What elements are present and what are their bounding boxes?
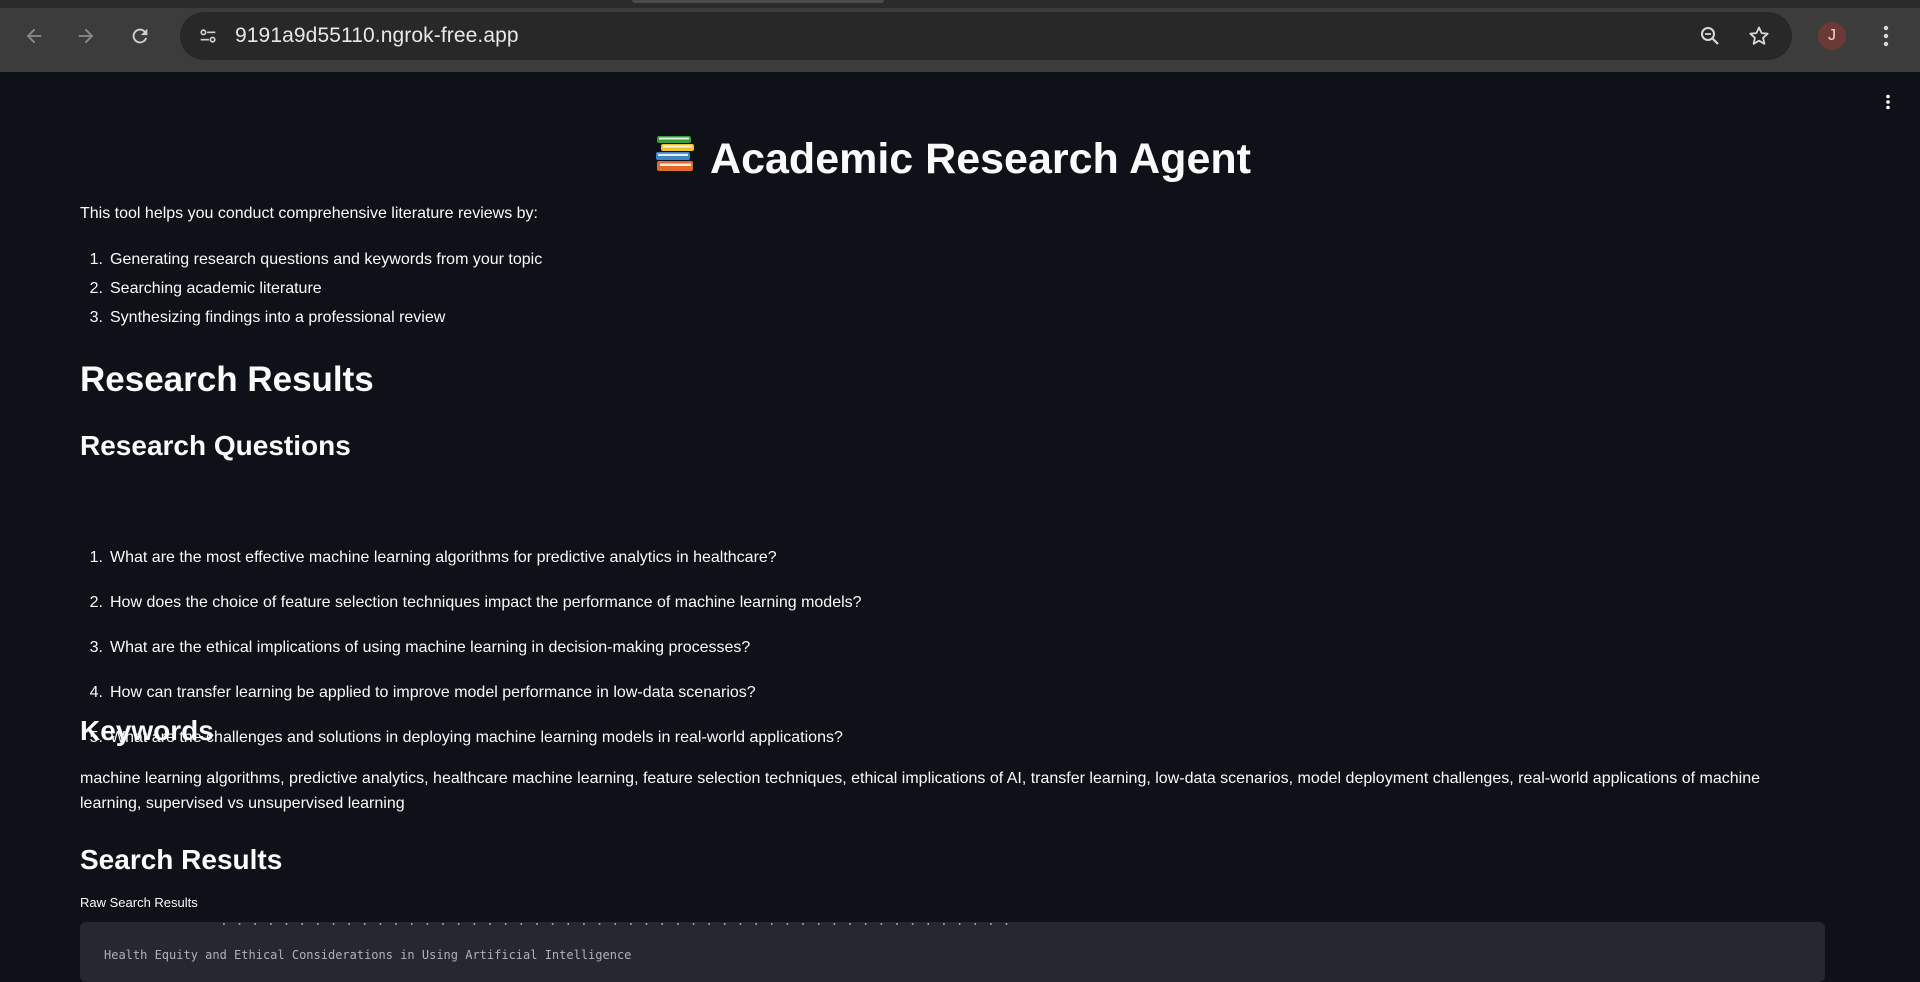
active-tab-edge bbox=[632, 0, 884, 3]
list-number: 1. bbox=[89, 549, 103, 566]
profile-avatar[interactable]: J bbox=[1818, 22, 1846, 50]
more-vert-icon bbox=[1886, 94, 1890, 110]
list-item: 2. How does the choice of feature select… bbox=[80, 595, 862, 640]
arrow-left-icon bbox=[26, 28, 42, 44]
search-results-heading: Search Results bbox=[80, 844, 283, 875]
address-bar[interactable]: 9191a9d55110.ngrok-free.app bbox=[180, 12, 1792, 60]
zoom-out-icon[interactable] bbox=[1696, 22, 1724, 50]
list-number: 2. bbox=[89, 594, 103, 611]
list-item-text: How does the choice of feature selection… bbox=[110, 594, 862, 611]
list-item: 3. What are the ethical implications of … bbox=[80, 640, 862, 685]
list-item-text: What are the ethical implications of usi… bbox=[110, 639, 751, 656]
raw-result-line: Health Equity and Ethical Considerations… bbox=[104, 948, 632, 962]
raw-search-results-box[interactable]: . . . . . . . . . . . . . . . . . . . . … bbox=[80, 922, 1825, 982]
list-item-text: Generating research questions and keywor… bbox=[110, 251, 543, 268]
list-item-text: What are the most effective machine lear… bbox=[110, 549, 777, 566]
list-item: 3. Synthesizing findings into a professi… bbox=[80, 303, 542, 332]
reload-button[interactable] bbox=[122, 18, 158, 54]
more-vert-icon[interactable] bbox=[1872, 20, 1900, 52]
arrow-right-icon bbox=[78, 28, 94, 44]
back-button[interactable] bbox=[16, 18, 52, 54]
steps-list: 1. Generating research questions and key… bbox=[80, 245, 543, 332]
tune-icon[interactable] bbox=[194, 22, 222, 50]
list-item-text: Searching academic literature bbox=[110, 280, 322, 297]
raw-search-results-label: Raw Search Results bbox=[80, 895, 198, 910]
list-number: 3. bbox=[89, 309, 103, 326]
page-title-text: Academic Research Agent bbox=[710, 135, 1251, 183]
list-item: 1. Generating research questions and key… bbox=[80, 245, 543, 274]
scrolled-text-fragment: . . . . . . . . . . . . . . . . . . . . … bbox=[220, 922, 1011, 929]
forward-button[interactable] bbox=[68, 18, 104, 54]
research-questions-heading: Research Questions bbox=[80, 430, 351, 461]
app-main-menu-button[interactable] bbox=[1876, 90, 1900, 114]
list-number: 2. bbox=[89, 280, 103, 297]
star-icon[interactable] bbox=[1745, 22, 1773, 50]
intro-text: This tool helps you conduct comprehensiv… bbox=[80, 205, 538, 222]
research-results-heading: Research Results bbox=[80, 360, 374, 399]
list-number: 1. bbox=[89, 251, 103, 268]
list-item: 1. What are the most effective machine l… bbox=[80, 550, 862, 595]
list-item-text: Synthesizing findings into a professiona… bbox=[110, 309, 446, 326]
keywords-heading: Keywords bbox=[80, 715, 214, 746]
keywords-text: machine learning algorithms, predictive … bbox=[80, 770, 1761, 812]
books-icon bbox=[654, 134, 696, 185]
list-item: 2. Searching academic literature bbox=[80, 274, 542, 303]
reload-icon bbox=[132, 28, 148, 44]
page-title-row: Academic Research Agent bbox=[80, 134, 1825, 185]
page-title: Academic Research Agent bbox=[654, 134, 1251, 185]
browser-toolbar: 9191a9d55110.ngrok-free.app J bbox=[0, 0, 1920, 72]
url-text[interactable]: 9191a9d55110.ngrok-free.app bbox=[235, 24, 519, 48]
tab-strip bbox=[0, 0, 1920, 8]
list-number: 3. bbox=[89, 639, 103, 656]
